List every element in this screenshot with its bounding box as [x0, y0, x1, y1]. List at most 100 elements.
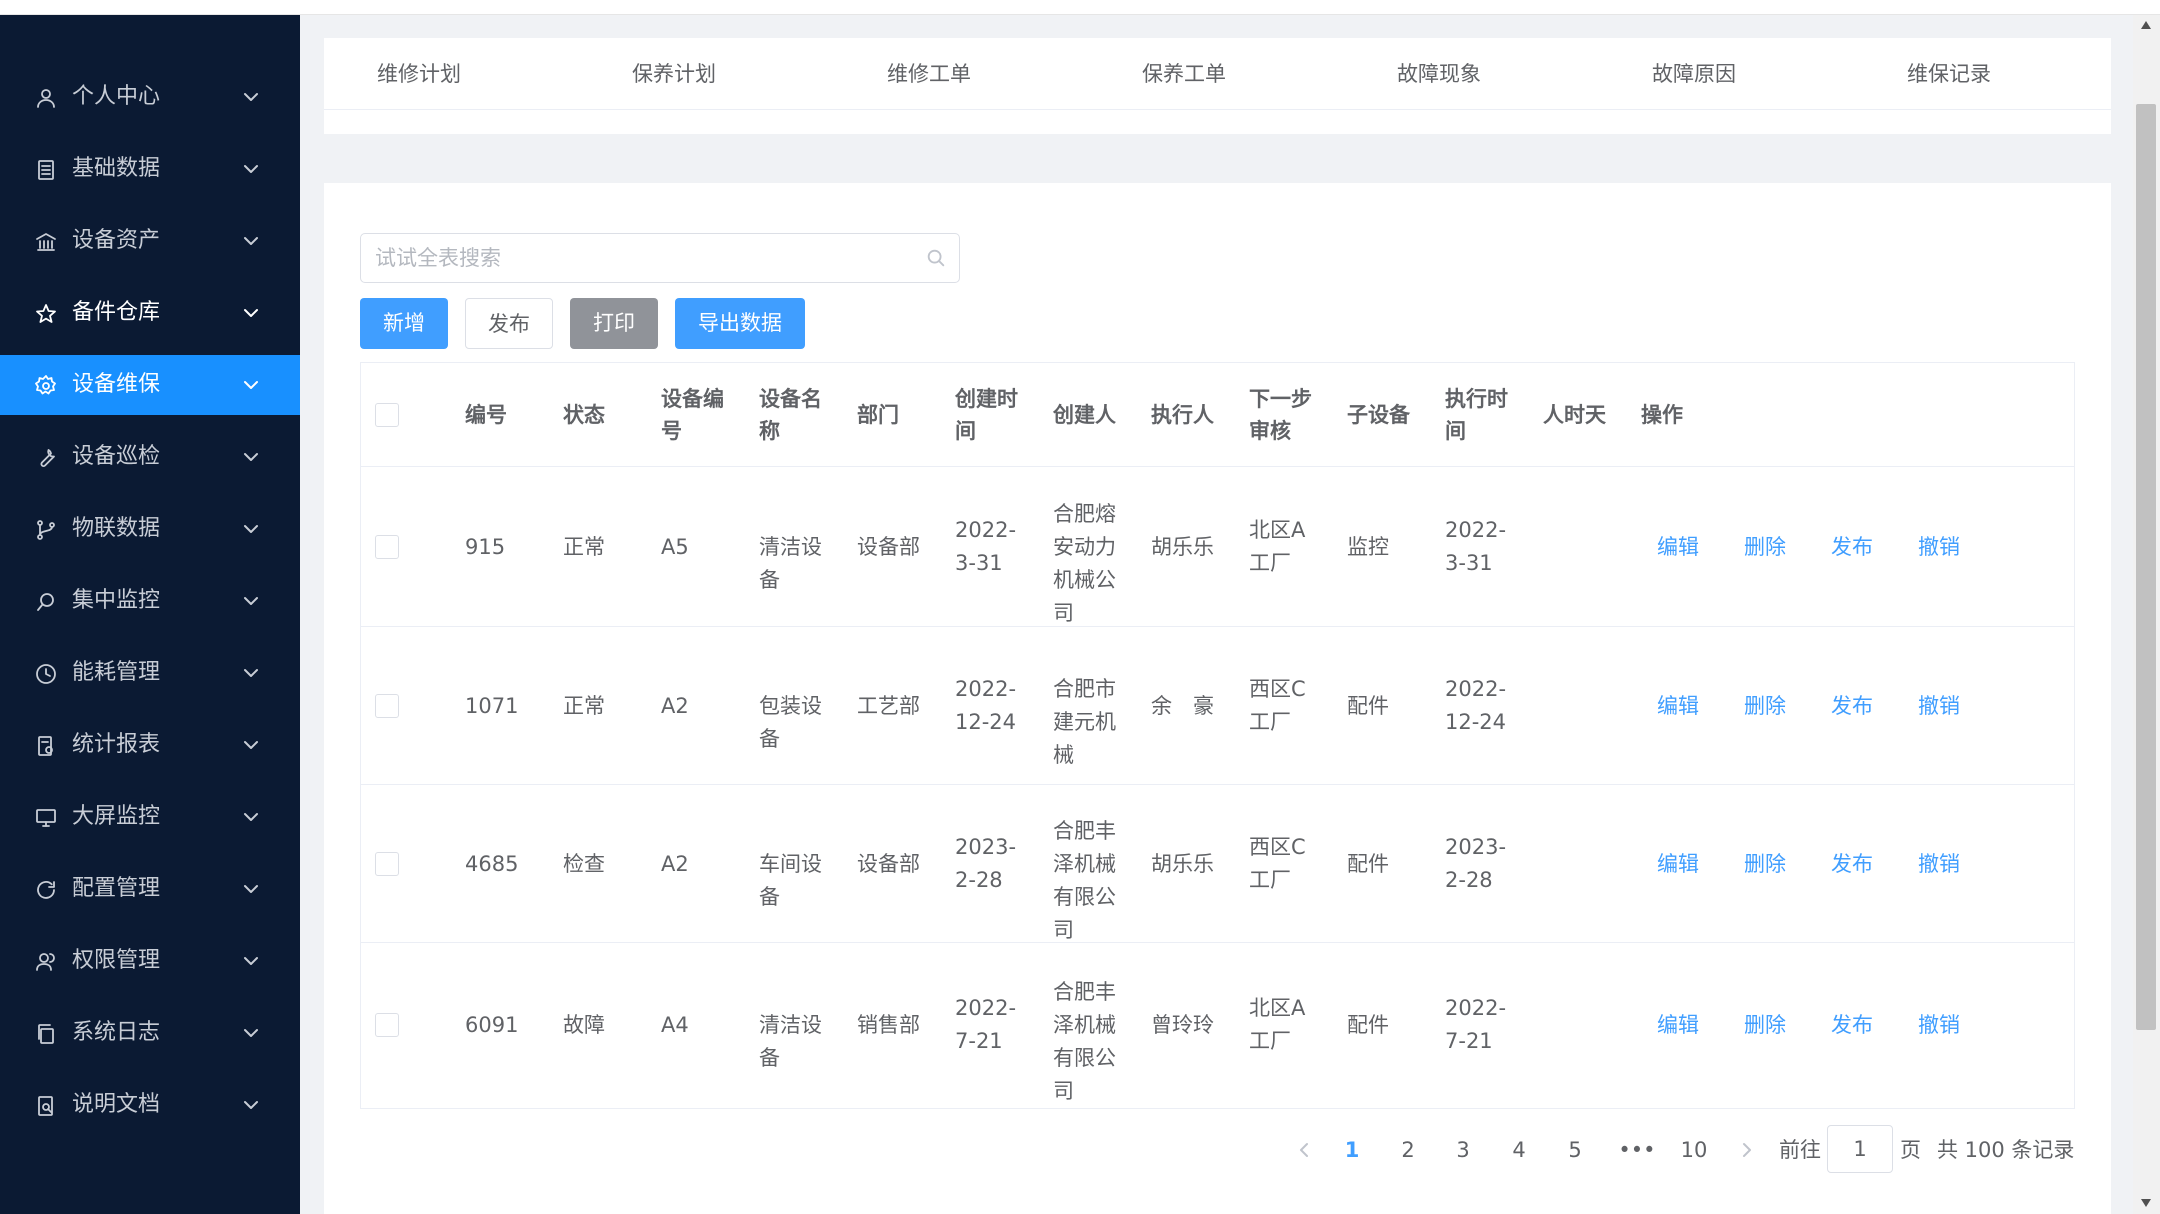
- edit-link[interactable]: 编辑: [1657, 531, 1699, 564]
- delete-link[interactable]: 删除: [1744, 690, 1786, 723]
- prev-page-icon[interactable]: [1289, 1127, 1319, 1173]
- table-cell: 清洁设备: [759, 1012, 822, 1070]
- table-cell: 2022-7-21: [1445, 996, 1507, 1053]
- search-monitor-icon: [34, 590, 58, 614]
- table-cell: 配件: [1347, 851, 1389, 876]
- sidebar-item[interactable]: 大屏监控: [0, 787, 300, 847]
- chevron-down-icon: [240, 446, 262, 468]
- tab[interactable]: 保养计划: [584, 38, 764, 110]
- page-number[interactable]: 1: [1337, 1127, 1367, 1173]
- tab[interactable]: 故障原因: [1604, 38, 1784, 110]
- revoke-link[interactable]: 撤销: [1918, 1009, 1960, 1042]
- tabs-card: 维修计划 保养计划 维修工单 保养工单 故障现象 故障原因 维保记录: [324, 38, 2111, 134]
- star-icon: [34, 302, 58, 326]
- scroll-up-icon[interactable]: [2140, 20, 2152, 30]
- sidebar-item[interactable]: 设备巡检: [0, 427, 300, 487]
- table-cell: 正常: [563, 693, 605, 718]
- chevron-down-icon: [240, 878, 262, 900]
- sidebar-item-label: 能耗管理: [72, 660, 161, 685]
- table-cell: 正常: [563, 534, 605, 559]
- page-number[interactable]: 5: [1560, 1127, 1590, 1173]
- edit-link[interactable]: 编辑: [1657, 1009, 1699, 1042]
- sidebar-item-label: 说明文档: [72, 1092, 161, 1117]
- scroll-down-icon[interactable]: [2140, 1198, 2152, 1208]
- tab[interactable]: 故障现象: [1349, 38, 1529, 110]
- column-header: 状态: [563, 403, 605, 427]
- table-cell: 2022-7-21: [955, 996, 1017, 1053]
- search-input[interactable]: [375, 234, 915, 282]
- table-cell: 2023-2-28: [955, 835, 1017, 892]
- sidebar-item[interactable]: 设备资产: [0, 211, 300, 271]
- data-table: 编号 状态 设备编号 设备名称 部门 创建时间 创建人 执行人 下一步审核 子设备 执行时间 人时天 操…: [360, 362, 2075, 1109]
- revoke-link[interactable]: 撤销: [1918, 531, 1960, 564]
- sidebar-item-label: 备件仓库: [72, 300, 161, 325]
- revoke-link[interactable]: 撤销: [1918, 690, 1960, 723]
- add-button[interactable]: 新增: [360, 298, 448, 349]
- table-cell: 配件: [1347, 693, 1389, 718]
- sidebar-item[interactable]: 基础数据: [0, 139, 300, 199]
- tab[interactable]: 维修计划: [329, 38, 509, 110]
- chevron-down-icon: [240, 590, 262, 612]
- table-cell: 清洁设备: [759, 534, 822, 592]
- sidebar-item-label: 大屏监控: [72, 804, 161, 829]
- sidebar-item[interactable]: 备件仓库: [0, 283, 300, 343]
- tab[interactable]: 维修工单: [839, 38, 1019, 110]
- column-header: 部门: [857, 403, 899, 427]
- delete-link[interactable]: 删除: [1744, 531, 1786, 564]
- table-cell: 合肥市建元机械: [1053, 677, 1116, 767]
- sidebar-item[interactable]: 设备维保: [0, 355, 300, 415]
- sidebar-item[interactable]: 说明文档: [0, 1075, 300, 1135]
- table-cell: 1071: [465, 693, 519, 718]
- export-button[interactable]: 导出数据: [675, 298, 805, 349]
- sidebar-item[interactable]: 物联数据: [0, 499, 300, 559]
- next-page-icon[interactable]: [1732, 1127, 1762, 1173]
- publish-link[interactable]: 发布: [1831, 1009, 1873, 1042]
- row-checkbox[interactable]: [375, 852, 399, 876]
- sidebar-item[interactable]: 权限管理: [0, 931, 300, 991]
- sidebar-item[interactable]: 个人中心: [0, 67, 300, 127]
- sidebar-item-label: 统计报表: [72, 732, 161, 757]
- page-number[interactable]: 10: [1674, 1127, 1714, 1173]
- table-cell: A2: [661, 693, 689, 718]
- table-cell: 曾玲玲: [1151, 1012, 1214, 1037]
- revoke-link[interactable]: 撤销: [1918, 848, 1960, 881]
- column-header: 子设备: [1347, 403, 1410, 427]
- sidebar-item[interactable]: 系统日志: [0, 1003, 300, 1063]
- publish-link[interactable]: 发布: [1831, 531, 1873, 564]
- row-checkbox[interactable]: [375, 1013, 399, 1037]
- sidebar-item[interactable]: 能耗管理: [0, 643, 300, 703]
- table-cell: 包装设备: [759, 693, 822, 751]
- row-checkbox[interactable]: [375, 694, 399, 718]
- sidebar-item[interactable]: 统计报表: [0, 715, 300, 775]
- edit-link[interactable]: 编辑: [1657, 848, 1699, 881]
- sidebar-item[interactable]: 配置管理: [0, 859, 300, 919]
- delete-link[interactable]: 删除: [1744, 1009, 1786, 1042]
- page-number[interactable]: 2: [1393, 1127, 1423, 1173]
- sidebar-item[interactable]: 集中监控: [0, 571, 300, 631]
- scrollbar-thumb[interactable]: [2136, 104, 2156, 1030]
- bank-icon: [34, 230, 58, 254]
- publish-link[interactable]: 发布: [1831, 690, 1873, 723]
- table-cell: 西区C工厂: [1249, 835, 1306, 892]
- main-card: 新增 发布 打印 导出数据 编号 状态 设备编号设备名称 部门 创建时间 创建人 执行人 下一…: [324, 183, 2111, 1214]
- sidebar-item-label: 集中监控: [72, 588, 161, 613]
- more-pages-icon[interactable]: •••: [1617, 1127, 1657, 1173]
- row-checkbox[interactable]: [375, 535, 399, 559]
- table-cell: 北区A工厂: [1249, 518, 1306, 575]
- print-button[interactable]: 打印: [570, 298, 658, 349]
- search-icon[interactable]: [925, 247, 947, 269]
- table-cell: 销售部: [857, 1012, 920, 1037]
- table-cell: 2022-3-31: [1445, 518, 1507, 575]
- delete-link[interactable]: 删除: [1744, 848, 1786, 881]
- sidebar-item-label: 权限管理: [72, 948, 161, 973]
- tab[interactable]: 维保记录: [1859, 38, 2039, 110]
- table-cell: 设备部: [857, 534, 920, 559]
- publish-link[interactable]: 发布: [1831, 848, 1873, 881]
- select-all-checkbox[interactable]: [375, 403, 399, 427]
- page-number[interactable]: 3: [1448, 1127, 1478, 1173]
- publish-button[interactable]: 发布: [465, 298, 553, 349]
- page-number[interactable]: 4: [1504, 1127, 1534, 1173]
- edit-link[interactable]: 编辑: [1657, 690, 1699, 723]
- goto-page-input[interactable]: [1827, 1125, 1893, 1173]
- tab[interactable]: 保养工单: [1094, 38, 1274, 110]
